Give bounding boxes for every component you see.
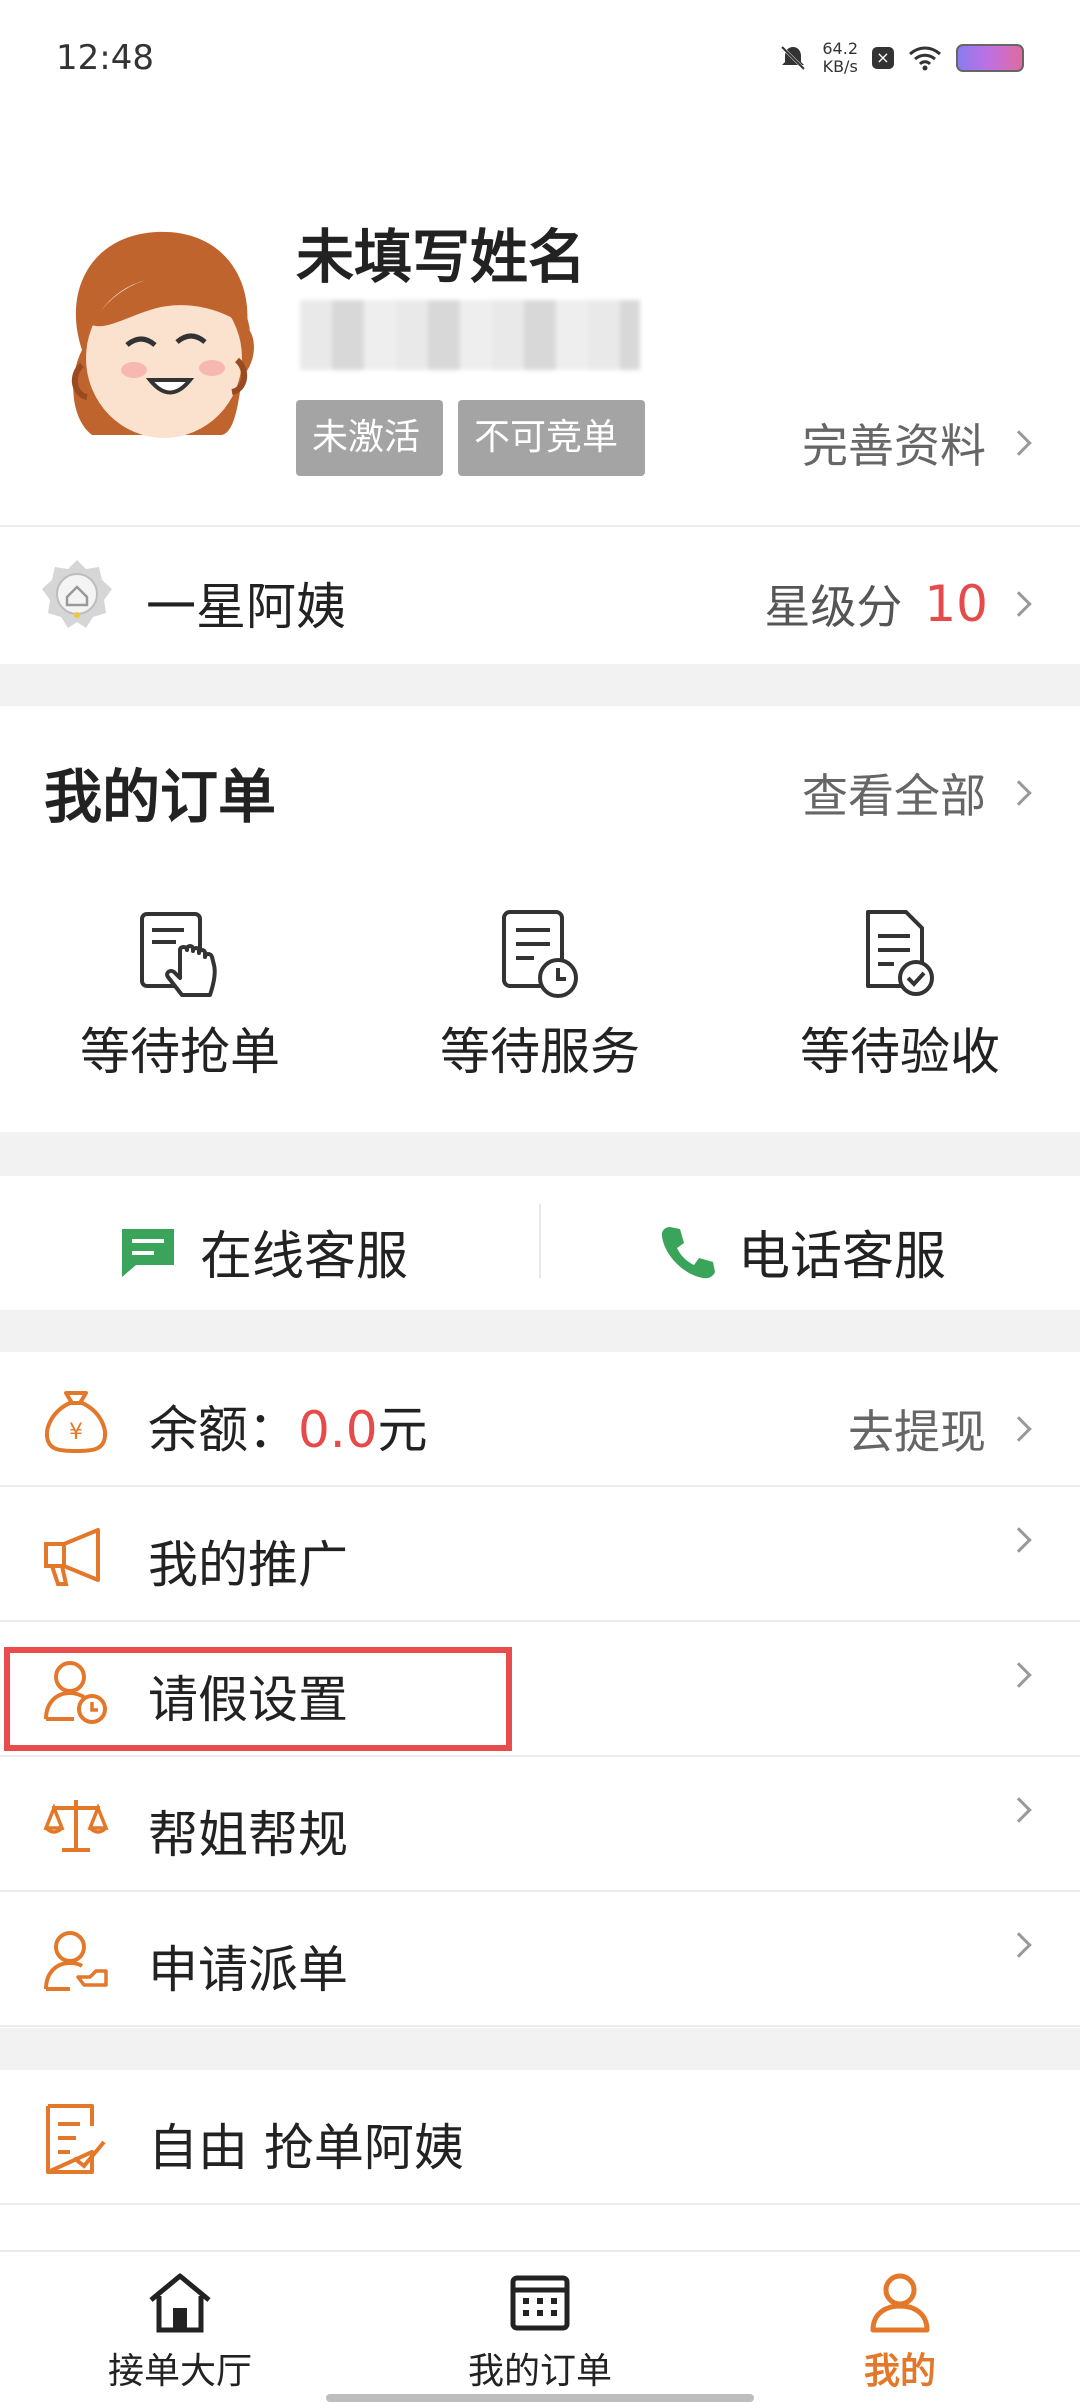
net-speed: 64.2 KB/s — [822, 40, 858, 76]
medal-badge-icon — [42, 560, 112, 628]
wifi-icon — [909, 46, 941, 71]
star-score-value: 10 — [924, 575, 988, 633]
status-bar: 12:48 64.2 KB/s × — [0, 0, 1080, 110]
avatar[interactable] — [52, 230, 257, 445]
free-grab-row[interactable]: 自由 抢单阿姨 — [0, 2070, 1080, 2205]
home-indicator[interactable] — [326, 2394, 754, 2402]
close-box-icon: × — [872, 47, 894, 69]
document-check-icon — [866, 910, 934, 996]
star-level-row[interactable]: 一星阿姨 星级分 10 — [0, 527, 1080, 664]
document-edit-icon — [46, 2104, 106, 2174]
chat-bubble-icon — [122, 1228, 174, 1277]
balance-row[interactable]: ¥ 余额：0.0元 去提现 — [0, 1352, 1080, 1487]
section-gap — [0, 2028, 1080, 2070]
leave-arrow — [1006, 1662, 1032, 1688]
view-all-orders-link[interactable]: 查看全部 — [802, 760, 1032, 826]
order-waiting-acceptance[interactable]: 等待验收 — [750, 906, 1050, 1084]
profile-name: 未填写姓名 — [296, 223, 587, 291]
balance-unit: 元 — [377, 1401, 428, 1459]
promotion-row[interactable]: 我的推广 — [0, 1487, 1080, 1622]
section-gap — [0, 1132, 1080, 1176]
phone-service-label: 电话客服 — [738, 1227, 947, 1287]
promotion-label: 我的推广 — [148, 1536, 348, 1594]
tab-order-hall-label: 接单大厅 — [107, 2351, 252, 2392]
dispatch-request-label: 申请派单 — [148, 1941, 348, 1999]
status-icons: 64.2 KB/s × — [778, 40, 1024, 76]
my-orders-title: 我的订单 — [44, 763, 277, 831]
mute-bell-icon — [781, 45, 806, 71]
dispatch-request-row[interactable]: 申请派单 — [0, 1892, 1080, 2027]
scale-balance-icon — [43, 1800, 109, 1852]
person-icon — [870, 2273, 930, 2333]
rules-arrow — [1006, 1797, 1032, 1823]
phone-service-button[interactable]: 电话客服 — [658, 1214, 946, 1289]
hand-tap-document-icon — [140, 912, 217, 997]
chevron-right-icon — [1006, 430, 1032, 456]
promotion-arrow — [1006, 1527, 1032, 1553]
phone-icon — [661, 1226, 715, 1278]
phone-number-blurred — [300, 300, 640, 370]
chevron-right-icon — [1006, 591, 1032, 617]
dispatch-arrow — [1006, 1932, 1032, 1958]
person-hand-icon — [44, 1931, 108, 1991]
order-waiting-grab-label: 等待抢单 — [80, 1023, 280, 1081]
online-service-button[interactable]: 在线客服 — [118, 1214, 408, 1289]
order-waiting-service[interactable]: 等待服务 — [390, 906, 690, 1084]
customer-service-row: 在线客服 电话客服 — [0, 1176, 1080, 1310]
battery-icon — [956, 44, 1024, 72]
chevron-right-icon — [1006, 1797, 1032, 1823]
document-clock-icon — [502, 910, 578, 998]
chevron-right-icon — [1006, 1527, 1032, 1553]
tab-mine[interactable]: 我的 — [780, 2270, 1020, 2394]
tab-mine-label: 我的 — [863, 2351, 936, 2392]
divider — [539, 1204, 541, 1278]
order-waiting-grab[interactable]: 等待抢单 — [30, 906, 330, 1084]
balance-prefix: 余额： — [148, 1401, 298, 1459]
chevron-right-icon — [1006, 780, 1032, 806]
my-orders-section: 我的订单 查看全部 等待抢单 等待服务 等待验收 — [0, 706, 1080, 1132]
withdraw-link[interactable]: 去提现 — [848, 1396, 1032, 1462]
tab-order-hall[interactable]: 接单大厅 — [60, 2270, 300, 2394]
status-time: 12:48 — [56, 38, 154, 78]
chevron-right-icon — [1006, 1932, 1032, 1958]
rules-row[interactable]: 帮姐帮规 — [0, 1757, 1080, 1892]
calendar-icon — [510, 2275, 570, 2331]
status-tag-inactive: 未激活 — [296, 400, 443, 476]
balance-amount: 0.0 — [298, 1401, 378, 1459]
home-icon — [149, 2273, 211, 2333]
section-gap — [0, 1310, 1080, 1352]
chevron-right-icon — [1006, 1416, 1032, 1442]
section-gap — [0, 664, 1080, 706]
tab-my-orders[interactable]: 我的订单 — [420, 2270, 660, 2394]
free-grab-label: 自由 抢单阿姨 — [148, 2119, 464, 2177]
highlight-box — [4, 1647, 512, 1751]
megaphone-icon — [44, 1528, 100, 1586]
star-score-label: 星级分 — [764, 580, 903, 634]
order-waiting-acceptance-label: 等待验收 — [800, 1023, 1000, 1081]
online-service-label: 在线客服 — [200, 1227, 409, 1287]
bottom-tab-bar: 接单大厅 我的订单 我的 — [0, 2250, 1080, 2408]
withdraw-label: 去提现 — [848, 1405, 986, 1459]
profile-header[interactable]: 未填写姓名 未激活 不可竞单 完善资料 — [0, 110, 1080, 525]
net-speed-unit: KB/s — [822, 57, 858, 76]
rules-label: 帮姐帮规 — [148, 1806, 348, 1864]
balance-label: 余额：0.0元 — [148, 1390, 428, 1462]
status-tag-no-bid: 不可竞单 — [458, 400, 645, 476]
svg-text:¥: ¥ — [69, 1420, 83, 1445]
view-all-label: 查看全部 — [802, 769, 986, 823]
net-speed-value: 64.2 — [822, 39, 858, 58]
complete-profile-link[interactable]: 完善资料 — [802, 410, 1032, 476]
money-bag-icon: ¥ — [45, 1391, 107, 1454]
order-waiting-service-label: 等待服务 — [440, 1023, 640, 1081]
star-score: 星级分 10 — [764, 571, 1032, 637]
tab-my-orders-label: 我的订单 — [467, 2351, 612, 2392]
star-level-label: 一星阿姨 — [146, 578, 346, 636]
chevron-right-icon — [1006, 1662, 1032, 1688]
complete-profile-label: 完善资料 — [802, 419, 986, 473]
